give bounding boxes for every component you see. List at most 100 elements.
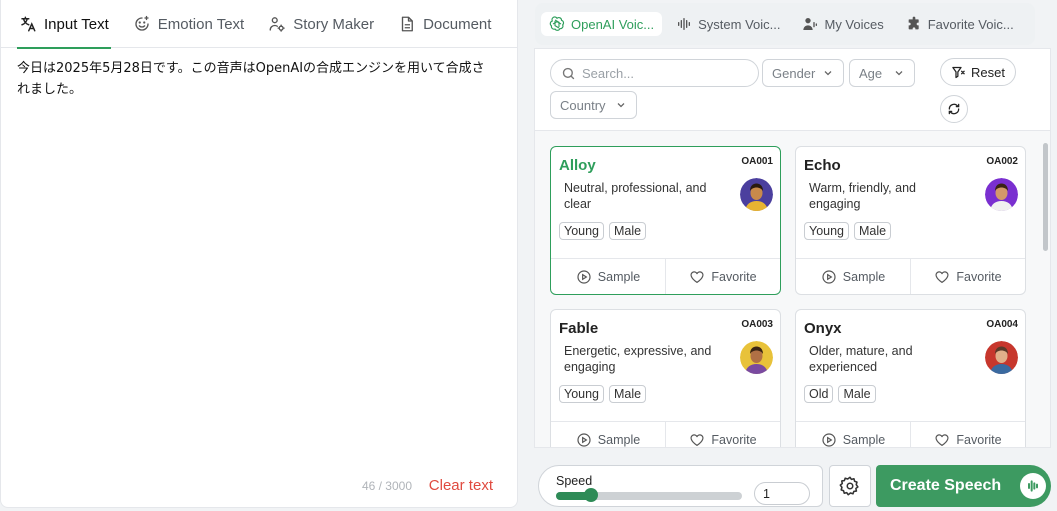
favorite-button[interactable]: Favorite — [665, 259, 780, 294]
chevron-down-icon — [895, 71, 903, 76]
speed-label: Speed — [556, 474, 593, 488]
voice-card-onyx[interactable]: Onyx OA004 Older, mature, and experience… — [795, 309, 1026, 447]
smile-sparkle-icon — [135, 15, 149, 31]
play-circle-icon — [577, 432, 591, 447]
age-select-label: Age — [859, 65, 883, 81]
tab-label: System Voic... — [698, 16, 781, 32]
gender-select-label: Gender — [772, 65, 816, 81]
country-select[interactable]: Country — [550, 91, 637, 119]
voice-name: Onyx — [804, 320, 842, 337]
age-select[interactable]: Age — [849, 59, 915, 87]
gender-select[interactable]: Gender — [762, 59, 844, 87]
user-voice-icon — [803, 18, 818, 30]
favorite-button[interactable]: Favorite — [910, 422, 1025, 447]
refresh-icon — [948, 103, 960, 115]
voice-filters: Gender Age Country Reset — [534, 48, 1051, 130]
voice-code: OA004 — [986, 319, 1018, 330]
voice-actions: Sample Favorite — [551, 421, 780, 447]
favorite-button[interactable]: Favorite — [665, 422, 780, 447]
voice-description: Older, mature, and experienced — [809, 344, 913, 374]
voice-card-fable[interactable]: Fable OA003 Energetic, expressive, and e… — [550, 309, 781, 447]
voice-code: OA003 — [741, 319, 773, 330]
age-tag: Young — [559, 385, 604, 403]
voice-tags: Young Male — [559, 222, 647, 240]
settings-button[interactable] — [829, 465, 871, 507]
favorite-label: Favorite — [956, 432, 1002, 447]
tab-label: Favorite Voic... — [927, 16, 1014, 32]
voice-description: Energetic, expressive, and engaging — [564, 344, 712, 374]
users-gear-icon — [269, 17, 286, 32]
gender-tag: Male — [838, 385, 876, 403]
refresh-button[interactable] — [940, 95, 968, 123]
create-speech-label: Create Speech — [890, 477, 1002, 494]
sample-button[interactable]: Sample — [796, 422, 910, 447]
sample-label: Sample — [597, 432, 641, 447]
voice-source-tabs: OpenAI Voic... System Voic... My Voices … — [535, 3, 1035, 45]
voice-name: Echo — [804, 157, 841, 174]
tab-label: Story Maker — [293, 15, 375, 33]
voice-list-scrollbar[interactable] — [1041, 131, 1049, 447]
openai-icon — [549, 16, 565, 31]
voice-tags: Young Male — [804, 222, 892, 240]
favorite-label: Favorite — [956, 269, 1002, 284]
search-input[interactable] — [582, 65, 742, 81]
voice-card-echo[interactable]: Echo OA002 Warm, friendly, and engaging … — [795, 146, 1026, 295]
tab-system-voices[interactable]: System Voic... — [668, 12, 788, 36]
document-icon — [401, 16, 414, 32]
chevron-down-icon — [617, 103, 625, 108]
play-circle-icon — [822, 269, 836, 284]
voice-actions: Sample Favorite — [551, 258, 780, 294]
create-speech-button[interactable]: Create Speech — [876, 465, 1051, 507]
heart-icon — [690, 270, 704, 283]
speed-value-input[interactable]: 1 — [754, 482, 810, 505]
speed-control: Speed 1 — [538, 465, 823, 507]
voice-avatar — [740, 178, 773, 211]
tab-label: Emotion Text — [157, 15, 245, 33]
voice-panel: OpenAI Voic... System Voic... My Voices … — [534, 0, 1057, 511]
tab-emotion-text[interactable]: Emotion Text — [131, 0, 246, 48]
reset-filters-button[interactable]: Reset — [940, 58, 1016, 86]
waveform-icon — [678, 18, 691, 30]
tab-label: OpenAI Voic... — [571, 16, 655, 32]
tab-story-maker[interactable]: Story Maker — [266, 0, 376, 48]
sample-button[interactable]: Sample — [551, 259, 665, 294]
age-tag: Old — [804, 385, 834, 403]
sample-button[interactable]: Sample — [551, 422, 665, 447]
favorite-label: Favorite — [711, 432, 757, 447]
sample-button[interactable]: Sample — [796, 259, 910, 294]
text-editor[interactable]: 今日は2025年5月28日です。この音声はOpenAIの合成エンジンを用いて合成… — [1, 48, 501, 110]
reset-label: Reset — [971, 64, 1005, 80]
tab-openai-voices[interactable]: OpenAI Voic... — [541, 12, 663, 36]
tab-my-voices[interactable]: My Voices — [794, 12, 891, 36]
favorite-label: Favorite — [711, 269, 757, 284]
gender-tag: Male — [609, 222, 647, 240]
heart-icon — [935, 270, 949, 283]
voice-name: Alloy — [559, 157, 596, 174]
heart-icon — [935, 433, 949, 446]
text-input-panel: Input Text Emotion Text Story Maker Docu… — [0, 0, 518, 508]
voice-actions: Sample Favorite — [796, 258, 1025, 294]
favorite-button[interactable]: Favorite — [910, 259, 1025, 294]
sample-label: Sample — [842, 269, 886, 284]
gear-icon — [839, 476, 859, 496]
puzzle-icon — [908, 16, 919, 30]
clear-text-button[interactable]: Clear text — [429, 477, 493, 494]
play-circle-icon — [577, 269, 591, 284]
voice-description: Neutral, professional, and clear — [564, 181, 707, 211]
play-circle-icon — [822, 432, 836, 447]
sample-label: Sample — [842, 432, 886, 447]
search-box[interactable] — [550, 59, 759, 87]
voice-avatar — [740, 341, 773, 374]
filter-clear-icon — [952, 66, 965, 78]
tab-document[interactable]: Document — [396, 0, 493, 48]
country-select-label: Country — [560, 97, 606, 113]
tab-favorite-voices[interactable]: Favorite Voic... — [898, 12, 1022, 36]
age-tag: Young — [804, 222, 849, 240]
search-icon — [562, 67, 575, 79]
age-tag: Young — [559, 222, 604, 240]
voice-tags: Young Male — [559, 385, 647, 403]
scrollbar-thumb[interactable] — [1043, 143, 1048, 251]
tab-input-text[interactable]: Input Text — [17, 0, 111, 49]
character-counter: 46 / 3000 — [361, 479, 412, 493]
voice-card-alloy[interactable]: Alloy OA001 Neutral, professional, and c… — [550, 146, 781, 295]
